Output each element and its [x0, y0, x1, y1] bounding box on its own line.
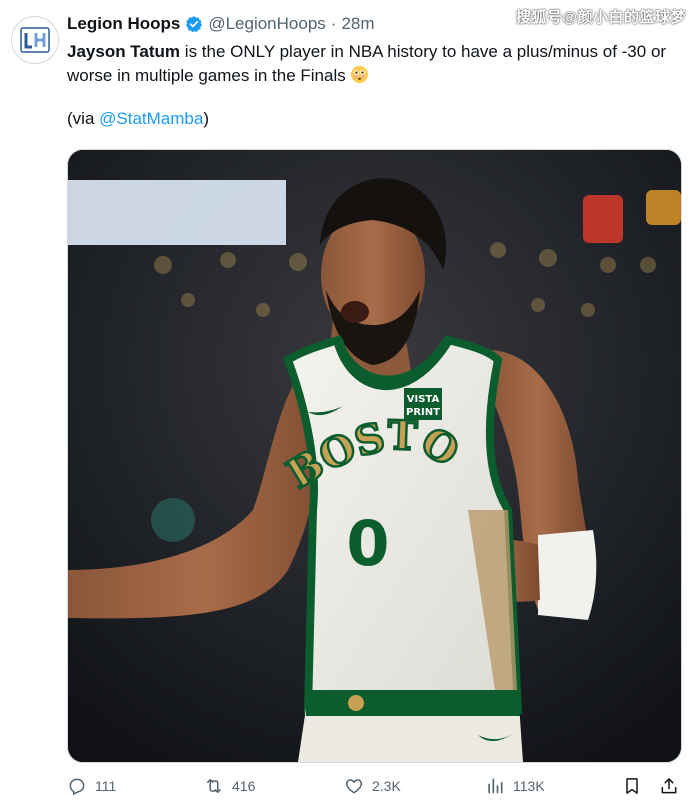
heart-icon [345, 779, 363, 794]
reply-button[interactable]: 111 [67, 776, 116, 796]
views-chart-icon [488, 778, 503, 794]
like-count: 2.3K [372, 778, 401, 794]
share-icon [661, 778, 677, 794]
tweet-header: Legion Hoops @LegionHoops · 28m [67, 14, 375, 34]
sponsor-line-1: VISTA [407, 394, 440, 405]
arena-banner [68, 180, 286, 245]
retweet-button[interactable]: 416 [204, 776, 255, 796]
tweet-actions: 111 416 2.3K 113K [67, 776, 687, 802]
via-credit: (via @StatMamba) [67, 109, 209, 129]
views-count: 113K [513, 778, 545, 794]
jersey-number: 0 [346, 507, 389, 580]
bookmark-icon [626, 778, 638, 794]
tweet-text: Jayson Tatum is the ONLY player in NBA h… [67, 40, 687, 88]
sponsor-line-2: PRINT [406, 407, 440, 418]
retweet-icon [207, 779, 221, 793]
reply-count: 111 [95, 778, 117, 794]
watermark: 搜狐号@颜小白的篮球梦 [515, 9, 686, 26]
arena-scoreboard-light [583, 195, 623, 243]
flushed-face-emoji-icon [350, 65, 369, 84]
author-display-name[interactable]: Legion Hoops [67, 14, 180, 34]
retweet-count: 416 [232, 778, 256, 794]
views-button[interactable]: 113K [485, 776, 545, 796]
legion-hoops-logo-icon [20, 27, 50, 53]
tweet-bold-name: Jayson Tatum [67, 42, 181, 61]
via-mention-link[interactable]: @StatMamba [99, 109, 203, 128]
avatar[interactable] [11, 16, 59, 64]
verified-badge-icon [185, 15, 203, 33]
share-button[interactable] [659, 776, 679, 796]
separator-dot: · [330, 14, 337, 33]
author-handle[interactable]: @LegionHoops [208, 14, 325, 34]
arena-scoreboard-light [646, 190, 681, 225]
tweet-photo[interactable]: BOSTON 0 VISTA PRINT [67, 149, 682, 763]
via-suffix: ) [203, 109, 209, 128]
wrist-sleeve [538, 530, 597, 620]
reply-icon [69, 778, 85, 796]
via-prefix: (via [67, 109, 100, 128]
like-button[interactable]: 2.3K [344, 776, 401, 796]
bookmark-button[interactable] [622, 776, 642, 796]
player-photo: BOSTON 0 VISTA PRINT [68, 150, 681, 762]
tweet-timestamp[interactable]: 28m [341, 14, 374, 34]
